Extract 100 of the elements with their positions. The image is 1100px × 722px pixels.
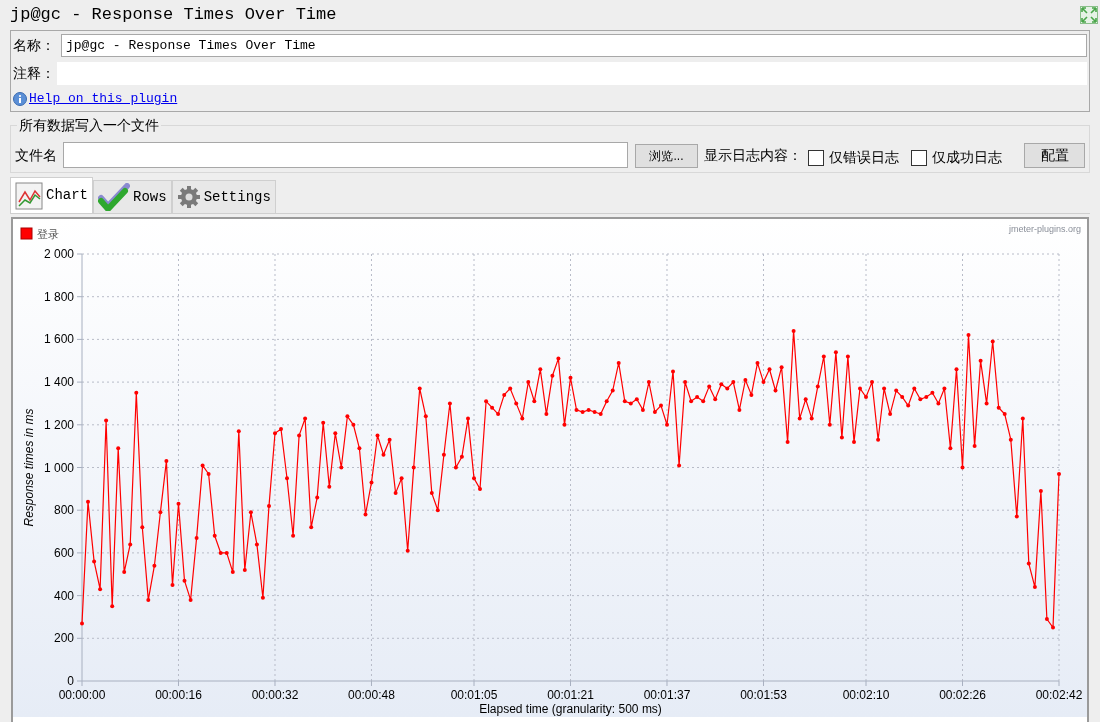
data-point bbox=[279, 427, 283, 432]
data-point bbox=[839, 435, 844, 440]
brand-text: jmeter-plugins.org bbox=[1008, 224, 1081, 234]
data-point bbox=[948, 446, 953, 451]
data-point bbox=[285, 476, 289, 481]
data-point bbox=[315, 495, 320, 500]
data-point bbox=[803, 397, 808, 402]
x-tick-label: 00:00:00 bbox=[58, 688, 106, 702]
data-point bbox=[134, 390, 139, 395]
data-point bbox=[960, 465, 965, 470]
data-point bbox=[652, 410, 657, 414]
data-point bbox=[562, 422, 567, 427]
data-point bbox=[236, 429, 241, 434]
data-point bbox=[86, 499, 90, 504]
data-point bbox=[158, 510, 163, 515]
data-point bbox=[393, 491, 398, 496]
data-point bbox=[254, 542, 259, 547]
data-point bbox=[1014, 514, 1019, 519]
data-point bbox=[791, 328, 796, 333]
data-point bbox=[640, 407, 645, 412]
data-point bbox=[459, 454, 464, 459]
data-point bbox=[176, 501, 181, 506]
config-button[interactable]: 配置 bbox=[1024, 143, 1085, 168]
y-tick-label: 1 600 bbox=[43, 332, 74, 347]
data-point bbox=[98, 587, 103, 592]
data-point bbox=[677, 463, 682, 468]
data-point bbox=[423, 414, 428, 419]
data-point bbox=[610, 388, 615, 393]
browse-button[interactable]: 浏览... bbox=[635, 144, 698, 168]
data-point bbox=[417, 386, 422, 391]
data-point bbox=[200, 463, 205, 468]
data-point bbox=[496, 412, 501, 417]
data-point bbox=[472, 476, 476, 481]
tab[interactable]: Settings bbox=[171, 180, 276, 213]
y-tick-label: 400 bbox=[53, 588, 74, 603]
data-point bbox=[544, 412, 549, 417]
data-point bbox=[1002, 412, 1007, 417]
data-point bbox=[104, 418, 109, 423]
name-field[interactable]: jp@gc - Response Times Over Time bbox=[61, 33, 1087, 57]
data-point bbox=[858, 386, 862, 391]
checkmark-icon bbox=[98, 183, 130, 211]
data-point bbox=[242, 568, 247, 572]
data-point bbox=[671, 369, 675, 374]
x-tick-label: 00:02:42 bbox=[1035, 688, 1083, 702]
data-point bbox=[1051, 625, 1055, 630]
data-point bbox=[550, 373, 555, 378]
data-point bbox=[267, 503, 271, 508]
data-point bbox=[779, 365, 784, 370]
data-point bbox=[435, 508, 440, 513]
data-point bbox=[996, 405, 1001, 410]
data-point bbox=[713, 397, 718, 402]
data-point bbox=[333, 431, 338, 436]
data-point bbox=[1026, 561, 1031, 566]
data-point bbox=[375, 433, 380, 438]
checkbox[interactable] bbox=[911, 149, 927, 166]
data-point bbox=[80, 621, 84, 626]
data-point bbox=[520, 416, 525, 421]
data-point bbox=[833, 350, 838, 355]
data-point bbox=[954, 367, 959, 372]
data-point bbox=[815, 384, 820, 389]
data-point bbox=[466, 416, 470, 421]
x-tick-label: 00:00:48 bbox=[348, 688, 395, 702]
data-point bbox=[122, 570, 127, 575]
data-point bbox=[248, 510, 253, 515]
y-axis-title: Response times in ms bbox=[22, 408, 36, 527]
data-point bbox=[749, 392, 754, 397]
data-point bbox=[659, 403, 663, 408]
data-point bbox=[972, 444, 977, 449]
data-point bbox=[966, 333, 971, 338]
expand-icon[interactable] bbox=[1080, 6, 1098, 24]
help-link[interactable]: Help on this plugin bbox=[29, 89, 178, 109]
data-point bbox=[273, 431, 277, 436]
filename-field[interactable] bbox=[63, 142, 628, 168]
data-point bbox=[357, 446, 362, 451]
data-point bbox=[110, 604, 115, 609]
data-point bbox=[797, 416, 802, 421]
tab[interactable]: Rows bbox=[93, 180, 172, 213]
data-point bbox=[900, 395, 905, 399]
data-point bbox=[827, 422, 832, 427]
y-tick-label: 1 000 bbox=[43, 460, 74, 475]
data-point bbox=[1044, 617, 1049, 622]
data-point bbox=[212, 533, 217, 538]
data-point bbox=[351, 422, 356, 427]
tab[interactable]: Chart bbox=[10, 177, 93, 213]
data-point bbox=[894, 388, 899, 393]
data-point bbox=[568, 375, 573, 380]
data-point bbox=[882, 386, 887, 391]
data-point bbox=[767, 367, 772, 372]
x-tick-label: 00:02:26 bbox=[939, 688, 986, 702]
section-legend: 所有数据写入一个文件 bbox=[17, 116, 161, 134]
y-tick-label: 0 bbox=[67, 674, 74, 688]
data-point bbox=[206, 471, 211, 476]
info-icon bbox=[13, 92, 27, 106]
data-point bbox=[128, 542, 133, 547]
y-tick-label: 1 400 bbox=[43, 375, 74, 390]
name-label: 名称： bbox=[13, 35, 56, 55]
checkbox[interactable] bbox=[808, 149, 824, 166]
checkbox-label: 仅错误日志 bbox=[829, 148, 899, 167]
y-tick-label: 1 800 bbox=[43, 289, 74, 304]
data-point bbox=[387, 437, 392, 442]
